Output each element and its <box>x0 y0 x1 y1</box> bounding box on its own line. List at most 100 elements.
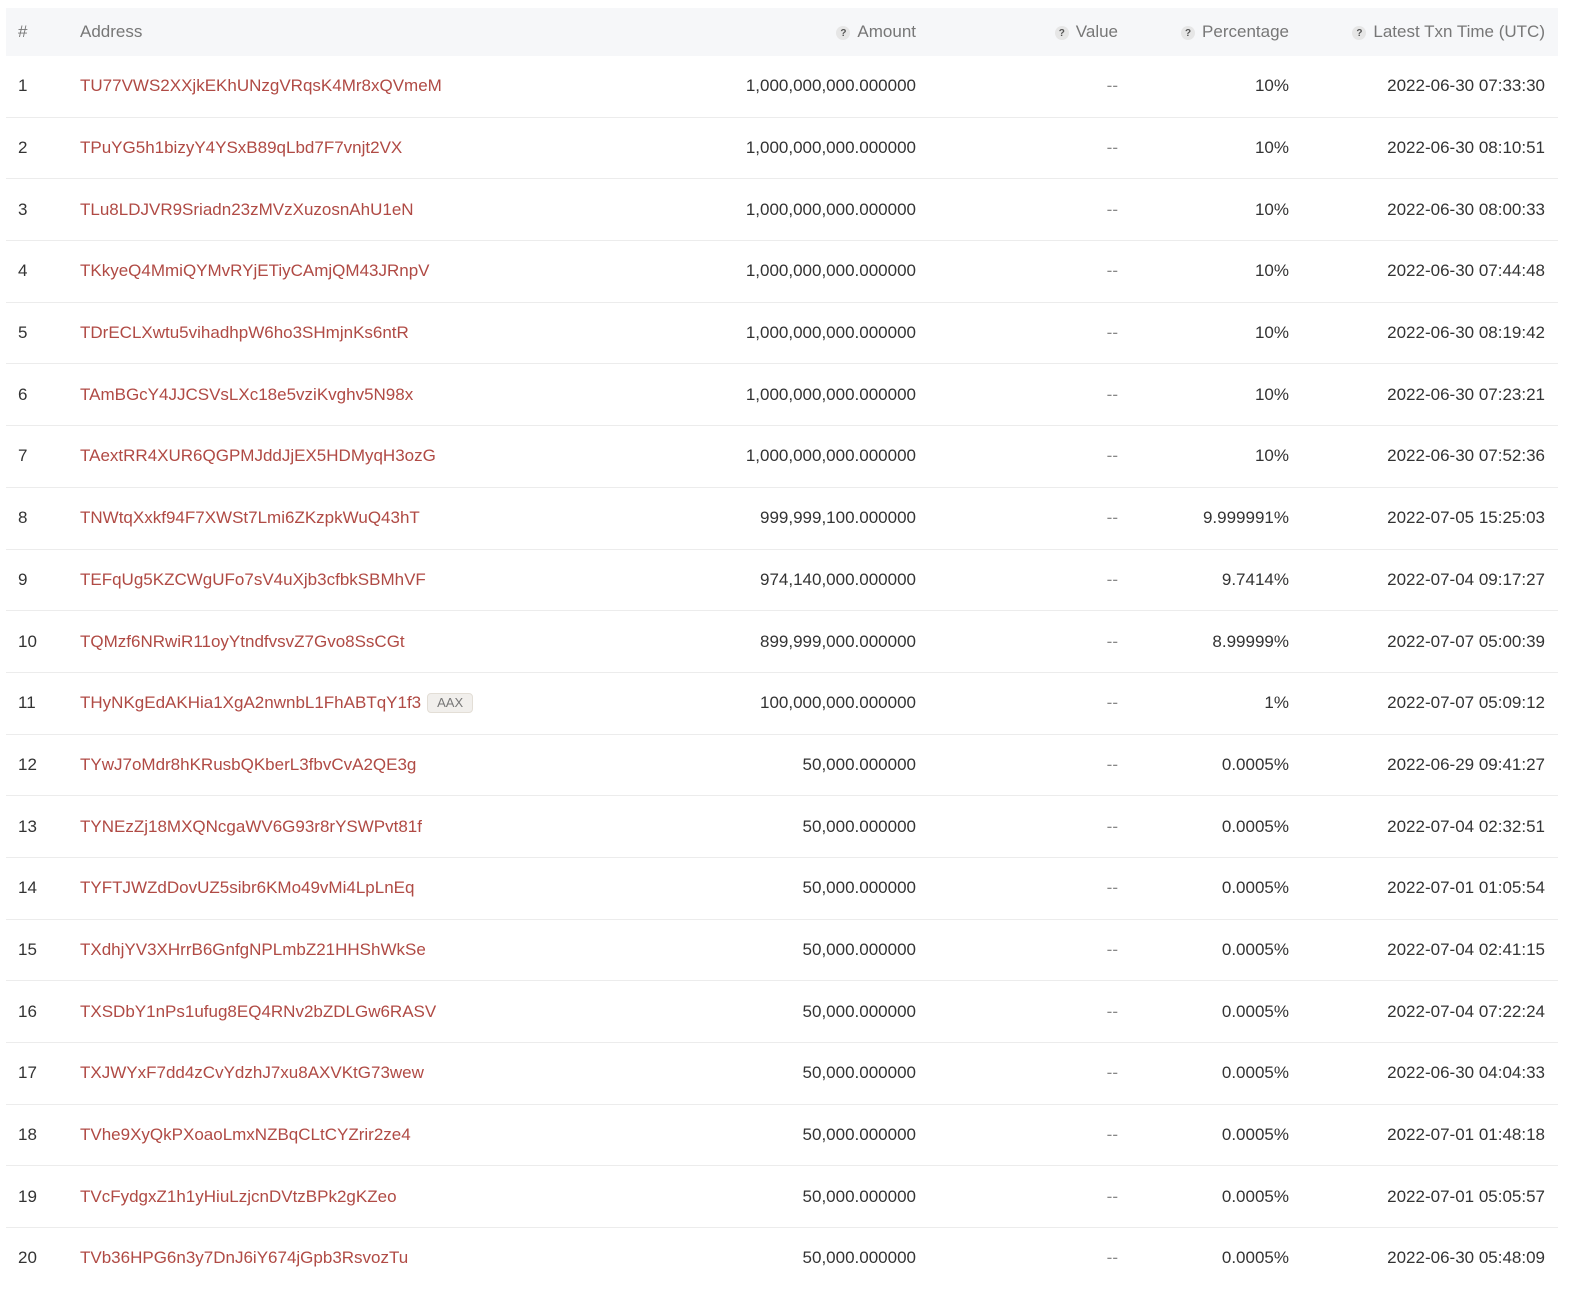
table-row: 15 TXdhjYV3XHrrB6GnfgNPLmbZ21HHShWkSe 50… <box>6 920 1558 982</box>
row-index: 12 <box>18 754 37 774</box>
amount-cell: 1,000,000,000.000000 <box>745 323 916 343</box>
amount-cell: 1,000,000,000.000000 <box>745 446 916 466</box>
column-header-time-label: Latest Txn Time (UTC) <box>1373 22 1545 41</box>
txn-time-cell: 2022-07-04 09:17:27 <box>1387 569 1545 589</box>
address-link[interactable]: TPuYG5h1bizyY4YSxB89qLbd7F7vnjt2VX <box>80 138 402 158</box>
address-link[interactable]: TYwJ7oMdr8hKRusbQKberL3fbvCvA2QE3g <box>80 755 416 775</box>
address-link[interactable]: TXSDbY1nPs1ufug8EQ4RNv2bZDLGw6RASV <box>80 1002 436 1022</box>
row-index: 11 <box>18 693 36 713</box>
value-cell: -- <box>1106 261 1118 281</box>
amount-cell: 50,000.000000 <box>802 1248 916 1268</box>
value-cell: -- <box>1106 1125 1118 1145</box>
table-body: 1 TU77VWS2XXjkEKhUNzgVRqsK4Mr8xQVmeM 1,0… <box>6 56 1558 1289</box>
address-link[interactable]: TQMzf6NRwiR11oyYtndfvsvZ7Gvo8SsCGt <box>80 632 405 652</box>
column-header-percentage: ? Percentage <box>1181 8 1289 56</box>
percentage-cell: 0.0005% <box>1221 754 1289 774</box>
column-header-index: # <box>18 22 28 41</box>
column-header-percentage-label: Percentage <box>1202 22 1289 41</box>
value-cell: -- <box>1106 323 1118 343</box>
txn-time-cell: 2022-06-30 08:10:51 <box>1387 138 1545 158</box>
help-icon[interactable]: ? <box>1054 26 1069 40</box>
percentage-cell: 10% <box>1254 261 1289 281</box>
address-cell: TU77VWS2XXjkEKhUNzgVRqsK4Mr8xQVmeM <box>80 56 442 117</box>
txn-time-cell: 2022-07-05 15:25:03 <box>1387 508 1545 528</box>
value-cell: -- <box>1106 76 1118 96</box>
table-row: 1 TU77VWS2XXjkEKhUNzgVRqsK4Mr8xQVmeM 1,0… <box>6 56 1558 118</box>
column-header-value: ? Value <box>1054 8 1118 56</box>
txn-time-cell: 2022-06-30 05:48:09 <box>1387 1248 1545 1268</box>
address-link[interactable]: TU77VWS2XXjkEKhUNzgVRqsK4Mr8xQVmeM <box>80 76 442 96</box>
address-link[interactable]: TXJWYxF7dd4zCvYdzhJ7xu8AXVKtG73wew <box>80 1063 424 1083</box>
table-row: 13 TYNEzZj18MXQNcgaWV6G93r8rYSWPvt81f 50… <box>6 796 1558 858</box>
address-link[interactable]: TVb36HPG6n3y7DnJ6iY674jGpb3RsvozTu <box>80 1248 408 1268</box>
row-index: 4 <box>18 261 28 281</box>
table-row: 7 TAextRR4XUR6QGPMJddJjEX5HDMyqH3ozG 1,0… <box>6 426 1558 488</box>
percentage-cell: 10% <box>1254 76 1289 96</box>
address-cell: TXdhjYV3XHrrB6GnfgNPLmbZ21HHShWkSe <box>80 920 426 981</box>
table-row: 14 TYFTJWZdDovUZ5sibr6KMo49vMi4LpLnEq 50… <box>6 858 1558 920</box>
address-link[interactable]: TNWtqXxkf94F7XWSt7Lmi6ZKzpkWuQ43hT <box>80 508 420 528</box>
address-cell: TYwJ7oMdr8hKRusbQKberL3fbvCvA2QE3g <box>80 735 416 796</box>
address-cell: TDrECLXwtu5vihadhpW6ho3SHmjnKs6ntR <box>80 303 409 364</box>
amount-cell: 1,000,000,000.000000 <box>745 138 916 158</box>
percentage-cell: 0.0005% <box>1221 878 1289 898</box>
percentage-cell: 0.0005% <box>1221 1125 1289 1145</box>
value-cell: -- <box>1106 878 1118 898</box>
row-index: 15 <box>18 939 37 959</box>
address-cell: TVb36HPG6n3y7DnJ6iY674jGpb3RsvozTu <box>80 1228 408 1289</box>
help-icon[interactable]: ? <box>1181 26 1196 40</box>
percentage-cell: 0.0005% <box>1221 1063 1289 1083</box>
percentage-cell: 10% <box>1254 384 1289 404</box>
value-cell: -- <box>1106 754 1118 774</box>
amount-cell: 1,000,000,000.000000 <box>745 76 916 96</box>
table-row: 18 TVhe9XyQkPXoaoLmxNZBqCLtCYZrir2ze4 50… <box>6 1105 1558 1167</box>
address-link[interactable]: THyNKgEdAKHia1XgA2nwnbL1FhABTqY1f3 <box>80 693 421 713</box>
address-link[interactable]: TXdhjYV3XHrrB6GnfgNPLmbZ21HHShWkSe <box>80 940 426 960</box>
row-index: 9 <box>18 569 28 589</box>
help-icon[interactable]: ? <box>836 26 851 40</box>
address-link[interactable]: TKkyeQ4MmiQYMvRYjETiyCAmjQM43JRnpV <box>80 261 430 281</box>
txn-time-cell: 2022-07-01 01:05:54 <box>1387 878 1545 898</box>
value-cell: -- <box>1106 138 1118 158</box>
address-link[interactable]: TYNEzZj18MXQNcgaWV6G93r8rYSWPvt81f <box>80 817 422 837</box>
row-index: 3 <box>18 199 28 219</box>
percentage-cell: 0.0005% <box>1221 1248 1289 1268</box>
percentage-cell: 10% <box>1254 138 1289 158</box>
amount-cell: 50,000.000000 <box>802 816 916 836</box>
address-link[interactable]: TYFTJWZdDovUZ5sibr6KMo49vMi4LpLnEq <box>80 878 414 898</box>
table-row: 9 TEFqUg5KZCWgUFo7sV4uXjb3cfbkSBMhVF 974… <box>6 550 1558 612</box>
amount-cell: 50,000.000000 <box>802 1186 916 1206</box>
value-cell: -- <box>1106 1186 1118 1206</box>
percentage-cell: 10% <box>1254 446 1289 466</box>
address-cell: TXSDbY1nPs1ufug8EQ4RNv2bZDLGw6RASV <box>80 981 436 1042</box>
value-cell: -- <box>1106 199 1118 219</box>
txn-time-cell: 2022-06-30 08:19:42 <box>1387 323 1545 343</box>
help-icon[interactable]: ? <box>1352 26 1367 40</box>
address-cell: TKkyeQ4MmiQYMvRYjETiyCAmjQM43JRnpV <box>80 241 430 302</box>
address-link[interactable]: TEFqUg5KZCWgUFo7sV4uXjb3cfbkSBMhVF <box>80 570 426 590</box>
value-cell: -- <box>1106 569 1118 589</box>
txn-time-cell: 2022-07-07 05:09:12 <box>1387 693 1545 713</box>
table-row: 11 THyNKgEdAKHia1XgA2nwnbL1FhABTqY1f3 AA… <box>6 673 1558 735</box>
percentage-cell: 10% <box>1254 323 1289 343</box>
table-row: 19 TVcFydgxZ1h1yHiuLzjcnDVtzBPk2gKZeo 50… <box>6 1166 1558 1229</box>
amount-cell: 899,999,000.000000 <box>760 631 916 651</box>
address-link[interactable]: TAextRR4XUR6QGPMJddJjEX5HDMyqH3ozG <box>80 446 436 466</box>
txn-time-cell: 2022-06-30 07:33:30 <box>1387 76 1545 96</box>
address-link[interactable]: TVhe9XyQkPXoaoLmxNZBqCLtCYZrir2ze4 <box>80 1125 411 1145</box>
table-row: 5 TDrECLXwtu5vihadhpW6ho3SHmjnKs6ntR 1,0… <box>6 303 1558 365</box>
percentage-cell: 1% <box>1264 693 1289 713</box>
percentage-cell: 0.0005% <box>1221 1186 1289 1206</box>
txn-time-cell: 2022-07-04 07:22:24 <box>1387 1001 1545 1021</box>
txn-time-cell: 2022-06-30 07:44:48 <box>1387 261 1545 281</box>
address-link[interactable]: TAmBGcY4JJCSVsLXc18e5vziKvghv5N98x <box>80 385 413 405</box>
address-cell: TVhe9XyQkPXoaoLmxNZBqCLtCYZrir2ze4 <box>80 1105 411 1166</box>
address-link[interactable]: TVcFydgxZ1h1yHiuLzjcnDVtzBPk2gKZeo <box>80 1187 397 1207</box>
table-row: 6 TAmBGcY4JJCSVsLXc18e5vziKvghv5N98x 1,0… <box>6 364 1558 427</box>
address-link[interactable]: TDrECLXwtu5vihadhpW6ho3SHmjnKs6ntR <box>80 323 409 343</box>
percentage-cell: 0.0005% <box>1221 939 1289 959</box>
txn-time-cell: 2022-06-30 08:00:33 <box>1387 199 1545 219</box>
row-index: 6 <box>18 384 28 404</box>
value-cell: -- <box>1106 1248 1118 1268</box>
address-link[interactable]: TLu8LDJVR9Sriadn23zMVzXuzosnAhU1eN <box>80 200 414 220</box>
